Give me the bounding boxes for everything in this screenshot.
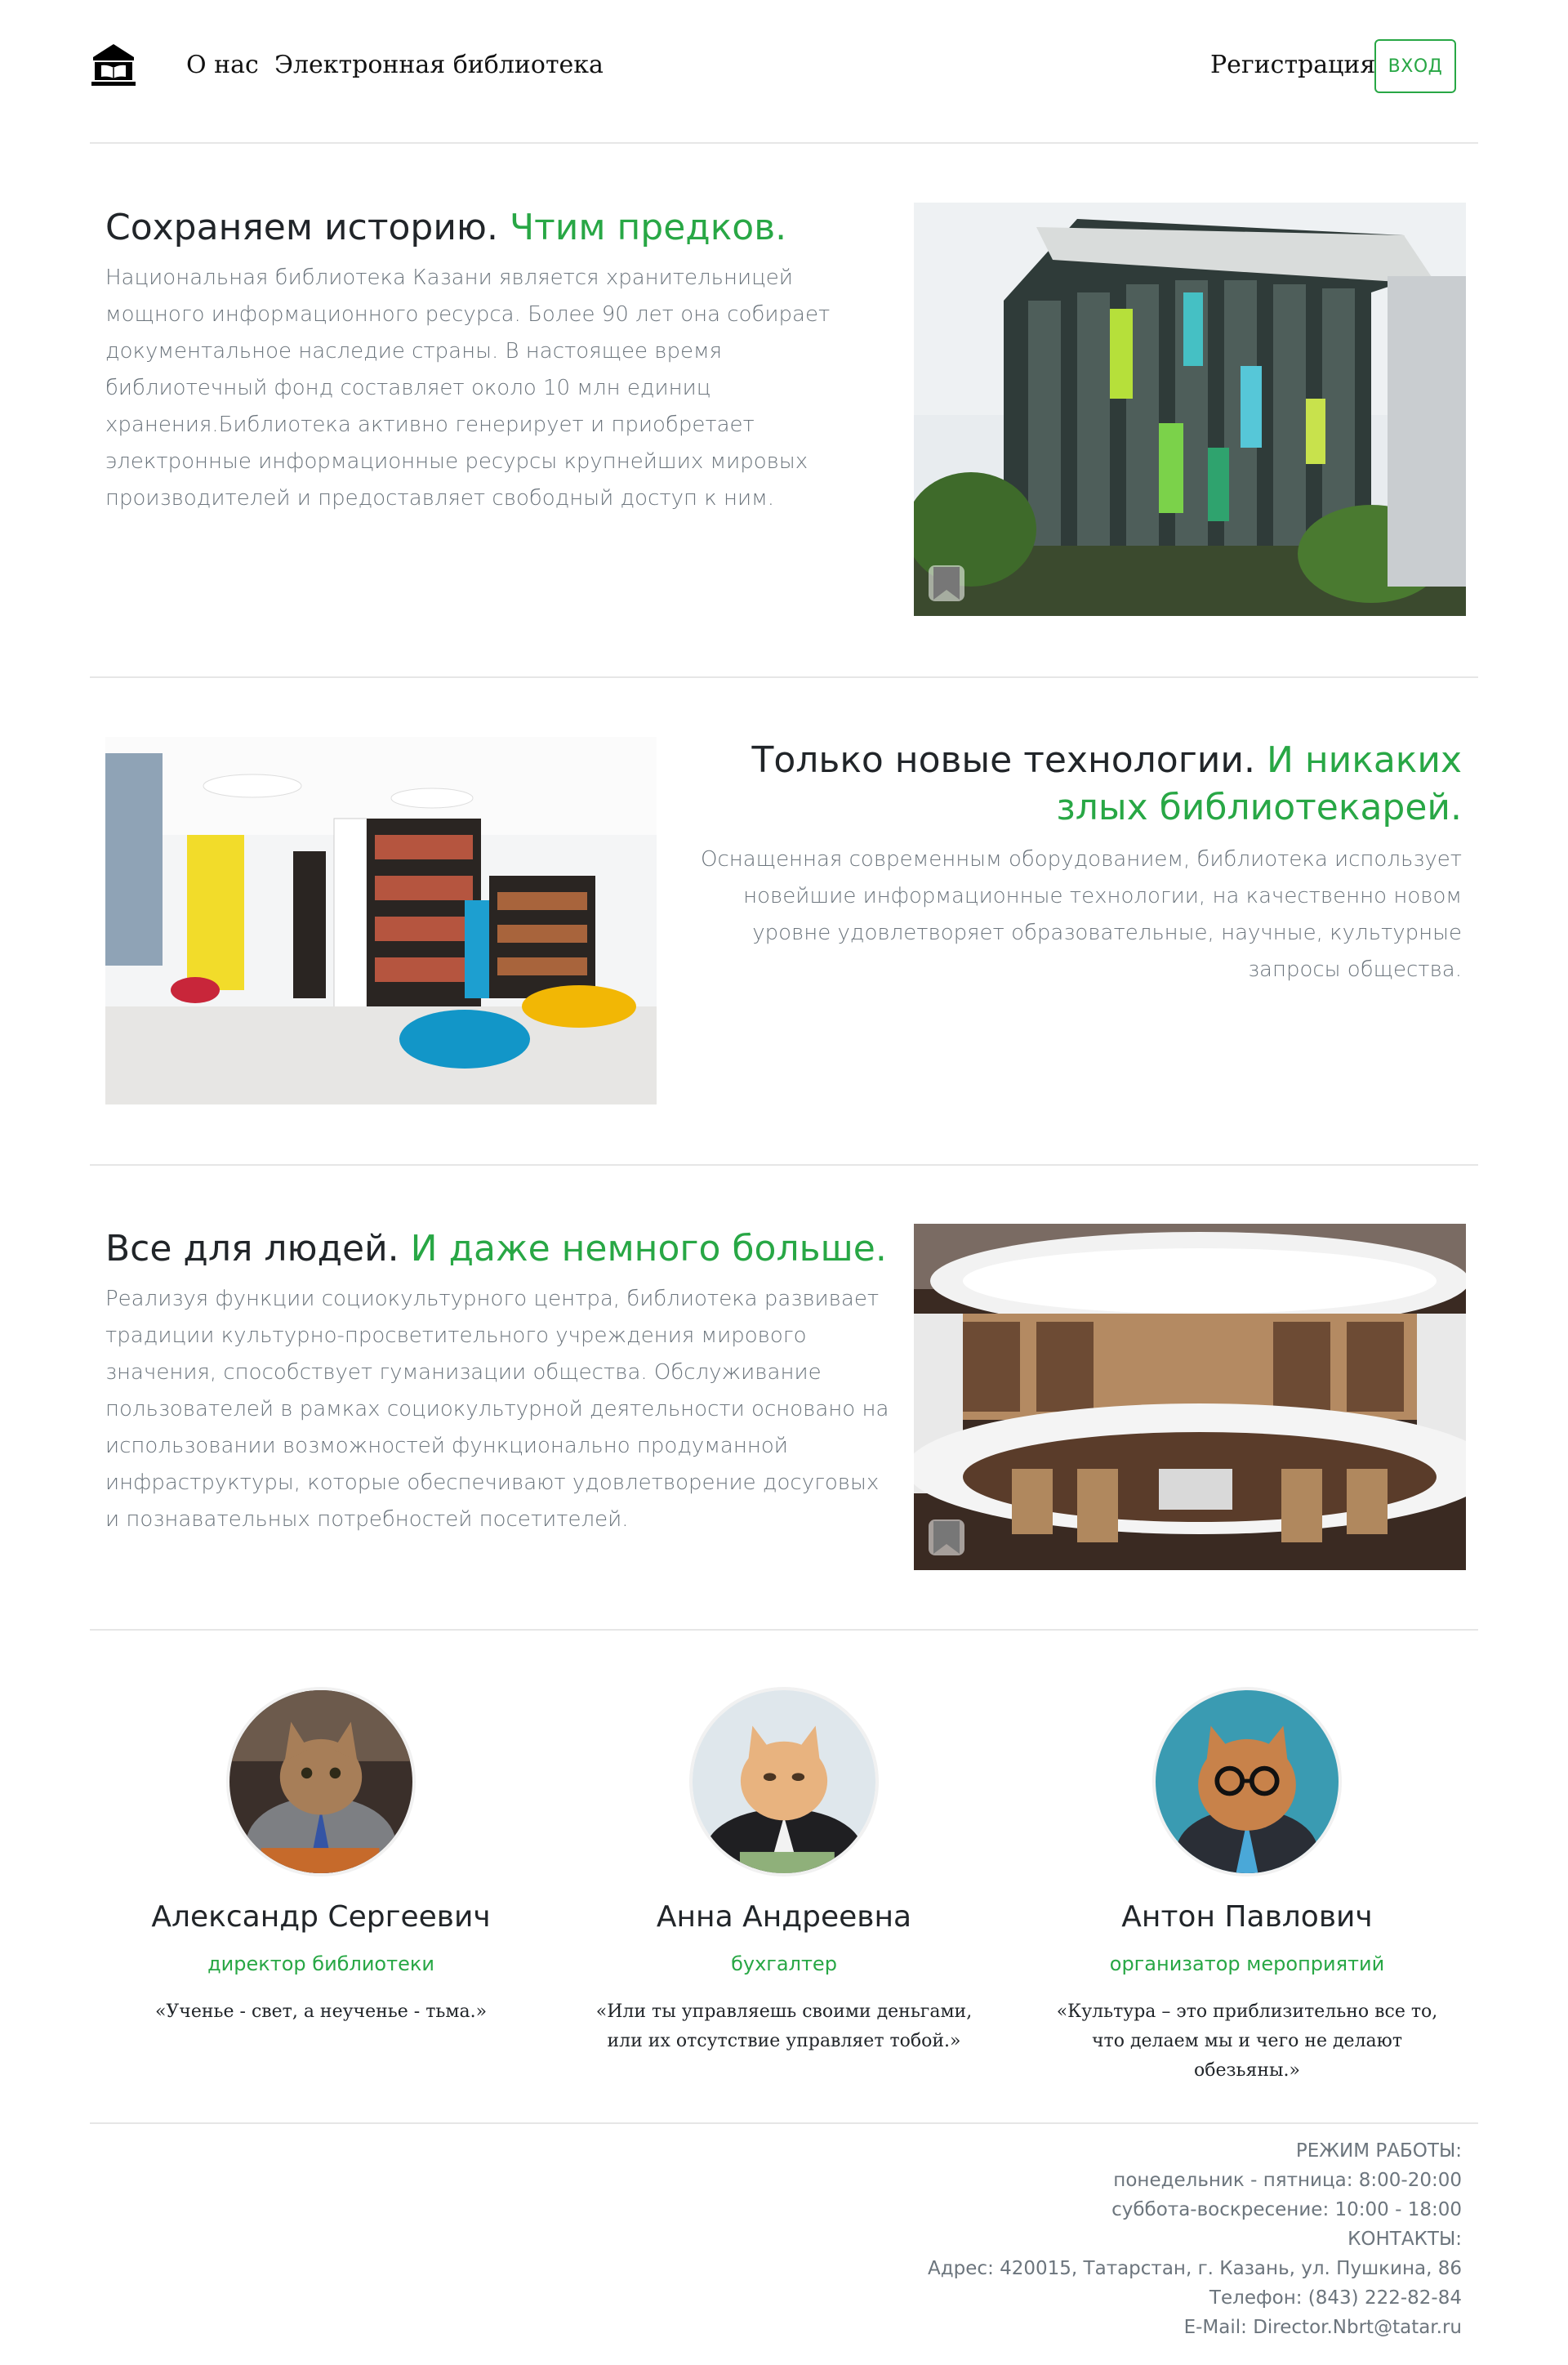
- staff-name: Антон Павлович: [1121, 1900, 1373, 1934]
- staff-card: Антон Павлович организатор мероприятий «…: [1051, 1687, 1443, 2086]
- section-1-title: Сохраняем историю.: [105, 207, 498, 248]
- staff-card: Анна Андреевна бухгалтер «Или ты управля…: [588, 1687, 980, 2056]
- divider: [90, 1164, 1478, 1166]
- section-3-title-accent: И даже немного больше.: [410, 1228, 887, 1270]
- staff-role: бухгалтер: [731, 1952, 837, 1975]
- footer-hours-weekdays: понедельник - пятница: 8:00-20:00: [1113, 2170, 1462, 2191]
- bookmark-icon[interactable]: [929, 565, 964, 601]
- footer-hours-weekend: суббота-воскресение: 10:00 - 18:00: [1111, 2199, 1462, 2220]
- divider: [90, 2122, 1478, 2124]
- staff-role: организатор мероприятий: [1109, 1952, 1385, 1975]
- avatar: [1152, 1687, 1342, 1876]
- footer-address: Адрес: 420015, Татарстан, г. Казань, ул.…: [928, 2258, 1462, 2279]
- site-footer: РЕЖИМ РАБОТЫ: понедельник - пятница: 8:0…: [928, 2136, 1462, 2342]
- avatar: [689, 1687, 879, 1876]
- section-2-heading: Только новые технологии. И никаких злых …: [670, 737, 1462, 832]
- footer-contacts-heading: КОНТАКТЫ:: [1348, 2229, 1462, 2250]
- library-interior-image: [105, 737, 657, 1104]
- modern-library-building-image: [914, 203, 1466, 616]
- staff-name: Анна Андреевна: [656, 1900, 912, 1934]
- staff-quote: «Ученье - свет, а неученье - тьма.»: [154, 2001, 488, 2022]
- section-3-text: Реализуя функции социокультурного центра…: [105, 1287, 889, 1532]
- site-header: О нас Электронная библиотека Регистрация…: [90, 33, 1478, 98]
- footer-hours-heading: РЕЖИМ РАБОТЫ:: [1295, 2140, 1462, 2162]
- footer-email[interactable]: E-Mail: Director.Nbrt@tatar.ru: [928, 2313, 1462, 2342]
- section-2-text: Оснащенная современным оборудованием, би…: [700, 847, 1462, 982]
- staff-quote: «Культура – это приблизительно все то, ч…: [1056, 2001, 1438, 2081]
- section-3-heading: Все для людей. И даже немного больше.: [105, 1225, 889, 1273]
- staff-quote: «Или ты управляешь своими деньгами, или …: [595, 2001, 973, 2051]
- section-1-text: Национальная библиотека Казани является …: [105, 266, 831, 511]
- section-2-title: Только новые технологии.: [751, 739, 1255, 781]
- staff-role: директор библиотеки: [207, 1952, 434, 1975]
- divider: [90, 1629, 1478, 1631]
- login-button[interactable]: ВХОД: [1374, 39, 1456, 93]
- nav-electronic-library-link[interactable]: Электронная библиотека: [274, 51, 604, 79]
- avatar: [226, 1687, 416, 1876]
- section-3-title: Все для людей.: [105, 1228, 399, 1270]
- bookmark-icon[interactable]: [929, 1519, 964, 1555]
- library-building-icon[interactable]: [90, 41, 137, 88]
- library-atrium-image: [914, 1224, 1466, 1570]
- divider: [90, 676, 1478, 678]
- footer-phone[interactable]: Телефон: (843) 222-82-84: [928, 2283, 1462, 2313]
- nav-about-link[interactable]: О нас: [186, 51, 259, 79]
- staff-name: Александр Сергеевич: [151, 1900, 491, 1934]
- page: О нас Электронная библиотека Регистрация…: [0, 0, 1568, 2365]
- register-link[interactable]: Регистрация: [1210, 51, 1375, 79]
- divider: [90, 142, 1478, 144]
- section-1-heading: Сохраняем историю. Чтим предков.: [105, 204, 889, 252]
- section-1-title-accent: Чтим предков.: [509, 207, 787, 248]
- staff-card: Александр Сергеевич директор библиотеки …: [125, 1687, 517, 2027]
